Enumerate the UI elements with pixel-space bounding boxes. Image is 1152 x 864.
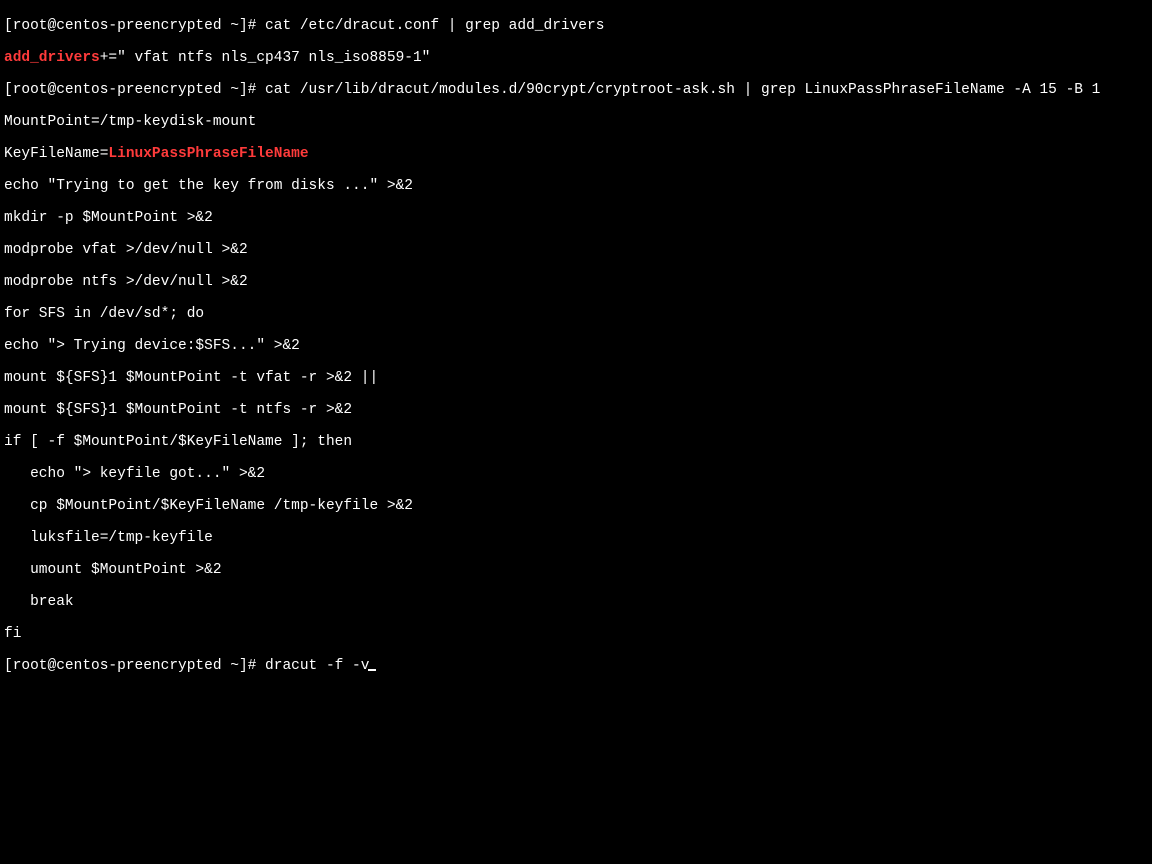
terminal-line: fi — [4, 626, 1148, 642]
output-text: KeyFileName= — [4, 146, 108, 162]
output-text: echo "Trying to get the key from disks .… — [4, 178, 413, 194]
cursor — [368, 669, 376, 671]
terminal-line: echo "> keyfile got..." >&2 — [4, 466, 1148, 482]
output-text: luksfile=/tmp-keyfile — [4, 530, 213, 546]
terminal-line: umount $MountPoint >&2 — [4, 562, 1148, 578]
output-text: fi — [4, 626, 21, 642]
output-text: modprobe vfat >/dev/null >&2 — [4, 242, 248, 258]
terminal-line: modprobe ntfs >/dev/null >&2 — [4, 274, 1148, 290]
output-text: cp $MountPoint/$KeyFileName /tmp-keyfile… — [4, 498, 413, 514]
output-text: modprobe ntfs >/dev/null >&2 — [4, 274, 248, 290]
output-text: umount $MountPoint >&2 — [4, 562, 222, 578]
terminal-line: [root@centos-preencrypted ~]# cat /usr/l… — [4, 82, 1148, 98]
output-text: mount ${SFS}1 $MountPoint -t ntfs -r >&2 — [4, 402, 352, 418]
terminal-line: for SFS in /dev/sd*; do — [4, 306, 1148, 322]
shell-prompt: [root@centos-preencrypted ~]# — [4, 82, 265, 98]
output-text: mount ${SFS}1 $MountPoint -t vfat -r >&2… — [4, 370, 378, 386]
terminal-line: cp $MountPoint/$KeyFileName /tmp-keyfile… — [4, 498, 1148, 514]
terminal-line: MountPoint=/tmp-keydisk-mount — [4, 114, 1148, 130]
terminal-line: mount ${SFS}1 $MountPoint -t vfat -r >&2… — [4, 370, 1148, 386]
output-text: +=" vfat ntfs nls_cp437 nls_iso8859-1" — [100, 50, 431, 66]
terminal-line: echo "Trying to get the key from disks .… — [4, 178, 1148, 194]
terminal-line: luksfile=/tmp-keyfile — [4, 530, 1148, 546]
terminal-line: [root@centos-preencrypted ~]# cat /etc/d… — [4, 18, 1148, 34]
output-text: MountPoint=/tmp-keydisk-mount — [4, 114, 256, 130]
command-text: cat /etc/dracut.conf | grep add_drivers — [265, 18, 604, 34]
output-text: for SFS in /dev/sd*; do — [4, 306, 204, 322]
output-text: mkdir -p $MountPoint >&2 — [4, 210, 213, 226]
output-text: echo "> Trying device:$SFS..." >&2 — [4, 338, 300, 354]
output-text: if [ -f $MountPoint/$KeyFileName ]; then — [4, 434, 352, 450]
terminal-line: if [ -f $MountPoint/$KeyFileName ]; then — [4, 434, 1148, 450]
grep-match: LinuxPassPhraseFileName — [108, 146, 308, 162]
terminal-line: modprobe vfat >/dev/null >&2 — [4, 242, 1148, 258]
shell-prompt: [root@centos-preencrypted ~]# — [4, 18, 265, 34]
terminal-line: [root@centos-preencrypted ~]# dracut -f … — [4, 658, 1148, 674]
terminal-line: break — [4, 594, 1148, 610]
terminal[interactable]: [root@centos-preencrypted ~]# cat /etc/d… — [0, 0, 1152, 864]
grep-match: add_drivers — [4, 50, 100, 66]
terminal-line: add_drivers+=" vfat ntfs nls_cp437 nls_i… — [4, 50, 1148, 66]
terminal-line: mount ${SFS}1 $MountPoint -t ntfs -r >&2 — [4, 402, 1148, 418]
output-text: echo "> keyfile got..." >&2 — [4, 466, 265, 482]
terminal-line: echo "> Trying device:$SFS..." >&2 — [4, 338, 1148, 354]
terminal-line: KeyFileName=LinuxPassPhraseFileName — [4, 146, 1148, 162]
terminal-line: mkdir -p $MountPoint >&2 — [4, 210, 1148, 226]
command-text: cat /usr/lib/dracut/modules.d/90crypt/cr… — [265, 82, 1100, 98]
shell-prompt: [root@centos-preencrypted ~]# — [4, 658, 265, 674]
command-input[interactable]: dracut -f -v — [265, 658, 369, 674]
output-text: break — [4, 594, 74, 610]
